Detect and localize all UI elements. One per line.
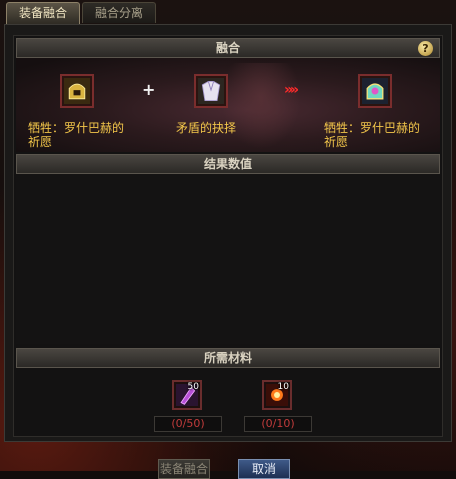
fused-helm-icon [362, 78, 388, 104]
background-figure [221, 63, 301, 149]
sacrifice-item-name-line1: 牺牲：罗什巴赫的 [28, 121, 125, 135]
fusion-panel: 融合 ? 牺牲：罗什巴赫的 祈愿 + 矛盾的抉择 »» 牺牲：罗什巴赫的 祈愿 … [13, 35, 443, 437]
fusion-display: 牺牲：罗什巴赫的 祈愿 + 矛盾的抉择 »» 牺牲：罗什巴赫的 祈愿 [16, 58, 440, 152]
target-item-slot[interactable] [194, 74, 228, 108]
fusion-section-title: 融合 [215, 41, 240, 55]
help-icon[interactable]: ? [418, 41, 433, 56]
arrow-right-icon: »» [284, 82, 299, 98]
material-slot-sun-orb[interactable]: 10 [262, 380, 292, 410]
result-values-area [16, 174, 440, 344]
sacrifice-item-name-line2: 祈愿 [28, 135, 53, 149]
sacrifice-item-name: 牺牲：罗什巴赫的 祈愿 [28, 121, 138, 149]
tab-bar: 装备融合 融合分离 [6, 2, 158, 24]
sacrifice-item-slot[interactable] [60, 74, 94, 108]
target-item-name: 矛盾的抉择 [176, 121, 286, 135]
materials-section-title: 所需材料 [203, 351, 252, 365]
result-section-title: 结果数值 [203, 157, 252, 171]
material-count: 10 [277, 382, 289, 392]
tab-equipment-fusion[interactable]: 装备融合 [6, 2, 81, 24]
result-item-slot[interactable] [358, 74, 392, 108]
plus-icon: + [142, 80, 156, 99]
result-section-header: 结果数值 [16, 154, 440, 174]
helm-icon [64, 78, 90, 104]
armor-icon [198, 78, 224, 104]
material-progress: (0/50) [154, 416, 222, 432]
tab-fusion-separation[interactable]: 融合分离 [82, 2, 157, 23]
material-progress: (0/10) [244, 416, 312, 432]
material-count: 50 [187, 382, 199, 392]
result-item-name: 牺牲：罗什巴赫的 祈愿 [324, 121, 434, 149]
fuse-button[interactable]: 装备融合 [158, 459, 210, 479]
cancel-button[interactable]: 取消 [238, 459, 290, 479]
material-slot-crystal[interactable]: 50 [172, 380, 202, 410]
target-item-name-line1: 矛盾的抉择 [176, 121, 237, 135]
fusion-section-header: 融合 ? [16, 38, 440, 58]
materials-section-header: 所需材料 [16, 348, 440, 368]
result-item-name-line2: 祈愿 [324, 135, 349, 149]
fusion-window: 融合 ? 牺牲：罗什巴赫的 祈愿 + 矛盾的抉择 »» 牺牲：罗什巴赫的 祈愿 … [4, 24, 452, 442]
result-item-name-line1: 牺牲：罗什巴赫的 [324, 121, 421, 135]
